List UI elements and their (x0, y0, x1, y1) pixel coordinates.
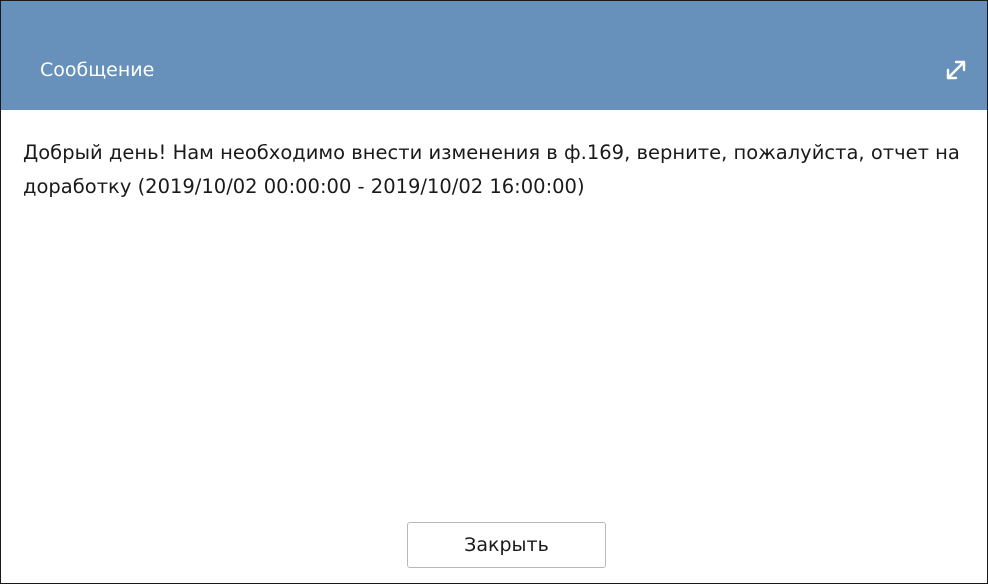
dialog-message: Добрый день! Нам необходимо внести измен… (23, 141, 960, 198)
dialog-title: Сообщение (40, 59, 155, 81)
message-dialog: Сообщение Добрый день! Нам необходимо вн… (0, 0, 988, 584)
close-button[interactable]: Закрыть (407, 522, 606, 568)
expand-icon[interactable] (941, 55, 971, 85)
dialog-titlebar: Сообщение (1, 1, 987, 110)
